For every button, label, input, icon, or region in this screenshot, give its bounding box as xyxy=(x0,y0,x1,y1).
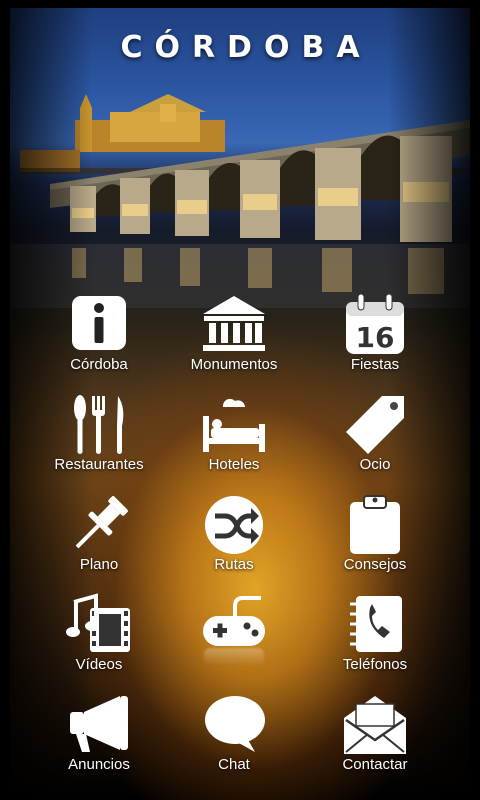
menu-item-consejos[interactable]: Consejos xyxy=(304,490,446,590)
hotel-bed-icon xyxy=(201,394,267,456)
menu-item-contactar[interactable]: Contactar xyxy=(304,690,446,790)
pushpin-icon xyxy=(66,494,132,556)
menu-item-fiestas[interactable]: 16 Fiestas xyxy=(304,290,446,390)
gamepad-icon xyxy=(201,594,267,656)
menu-item-label: Consejos xyxy=(343,556,407,573)
menu-item-cordoba[interactable]: Córdoba xyxy=(34,290,164,390)
menu-item-label: Contactar xyxy=(342,756,408,773)
menu-item-ocio[interactable]: Ocio xyxy=(304,390,446,490)
menu-item-chat[interactable]: Chat xyxy=(164,690,304,790)
menu-item-label: Anuncios xyxy=(68,756,130,773)
megaphone-icon xyxy=(66,694,132,756)
shuffle-icon xyxy=(201,494,267,556)
menu-item-restaurantes[interactable]: Restaurantes xyxy=(34,390,164,490)
menu-item-telefonos[interactable]: Teléfonos xyxy=(304,590,446,690)
app-title: CÓRDOBA xyxy=(120,30,372,65)
music-film-icon xyxy=(66,593,132,656)
temple-icon xyxy=(201,294,267,356)
menu-item-label: Córdoba xyxy=(70,356,128,373)
menu-item-label: Rutas xyxy=(214,556,254,573)
menu-item-label: Chat xyxy=(218,756,250,773)
menu-item-label: Vídeos xyxy=(75,656,123,673)
menu-item-label: Restaurantes xyxy=(54,456,144,473)
main-menu-grid: Córdoba Monumentos 16 Fiestas Restaurant… xyxy=(34,290,446,790)
menu-item-label: Hoteles xyxy=(208,456,260,473)
menu-item-monumentos[interactable]: Monumentos xyxy=(164,290,304,390)
menu-item-plano[interactable]: Plano xyxy=(34,490,164,590)
menu-item-label: Teléfonos xyxy=(342,656,408,673)
tag-icon xyxy=(342,394,408,456)
menu-item-videos[interactable]: Vídeos xyxy=(34,590,164,690)
icon-reflection xyxy=(204,648,264,666)
cutlery-icon xyxy=(66,394,132,456)
menu-item-juegos[interactable] xyxy=(164,590,304,690)
phone-book-icon xyxy=(342,594,408,656)
menu-item-label: Ocio xyxy=(359,456,391,473)
calendar-day: 16 xyxy=(356,321,395,354)
menu-item-hoteles[interactable]: Hoteles xyxy=(164,390,304,490)
calendar-icon: 16 xyxy=(342,293,408,356)
app-screen: CÓRDOBA Córdoba Monumentos 16 Fiestas Re… xyxy=(0,0,480,800)
envelope-icon xyxy=(342,694,408,756)
clipboard-icon xyxy=(342,494,408,556)
menu-item-label: Monumentos xyxy=(190,356,278,373)
info-icon xyxy=(66,294,132,356)
speech-bubble-icon xyxy=(201,694,267,756)
menu-item-label: Plano xyxy=(79,556,119,573)
menu-item-label: Fiestas xyxy=(350,356,400,373)
menu-item-rutas[interactable]: Rutas xyxy=(164,490,304,590)
menu-item-anuncios[interactable]: Anuncios xyxy=(34,690,164,790)
